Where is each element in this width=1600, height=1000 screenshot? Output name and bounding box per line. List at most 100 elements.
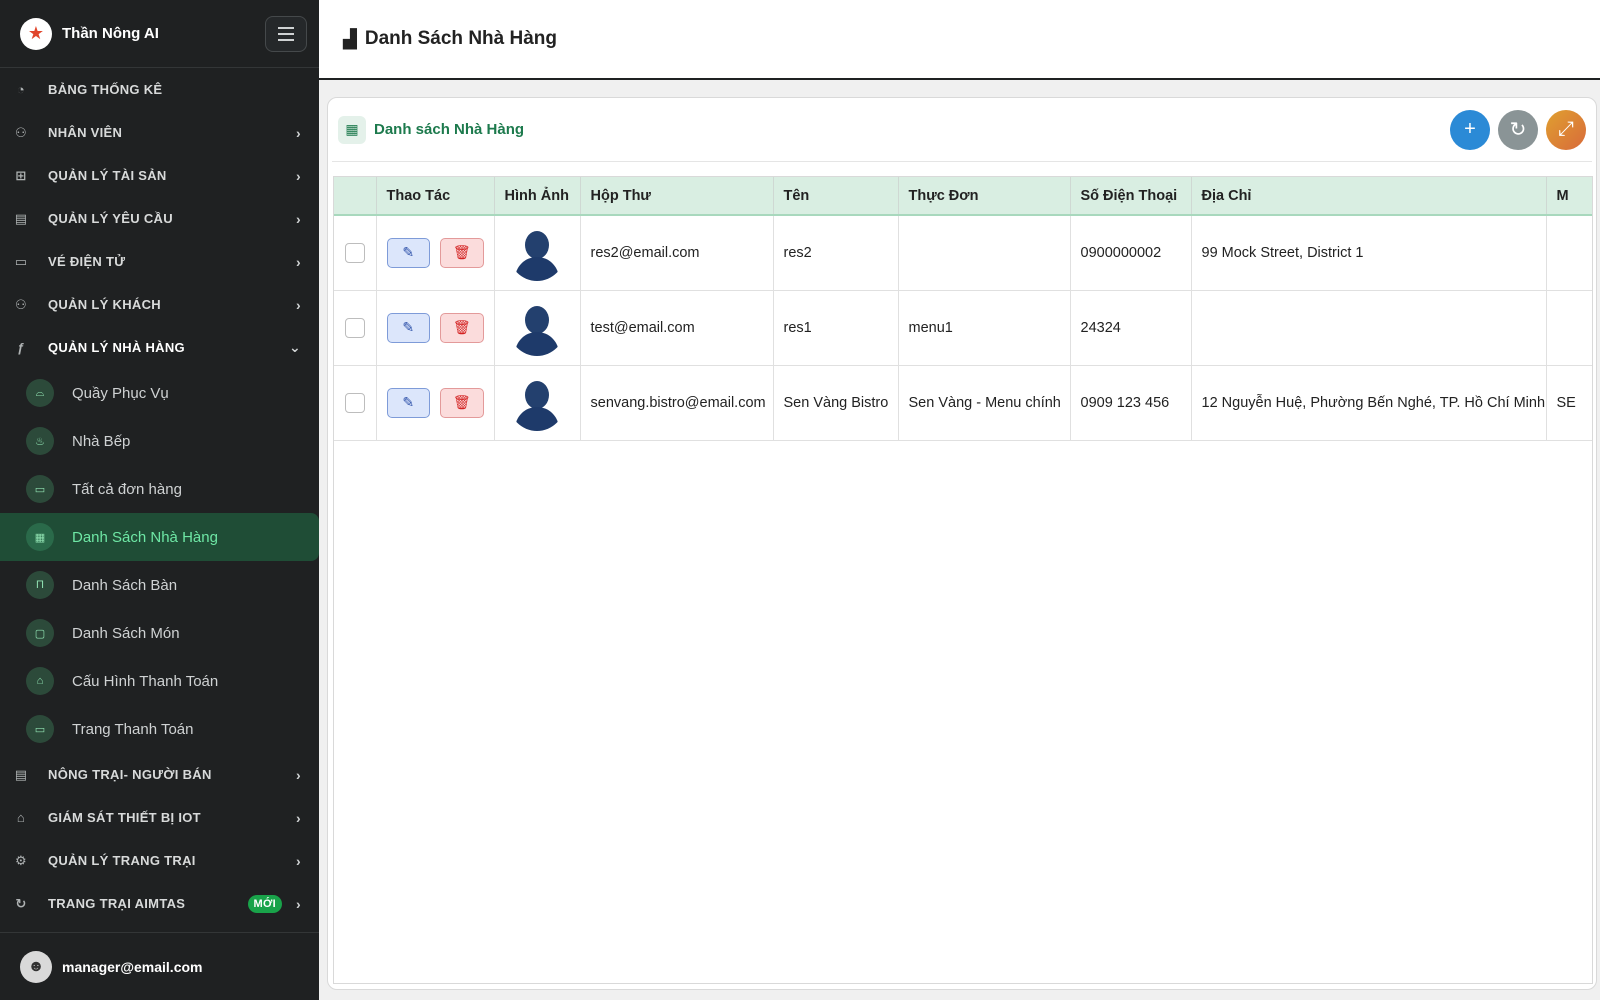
- refresh-button[interactable]: ↻: [1498, 109, 1538, 150]
- sidebar-item-tickets[interactable]: ▭ VÉ ĐIỆN TỬ ›: [0, 240, 319, 283]
- add-button[interactable]: +: [1450, 109, 1490, 150]
- card-header: ▦ Danh sách Nhà Hàng + ↻ ⤢: [332, 98, 1592, 162]
- column-header[interactable]: Thực Đơn: [898, 177, 1071, 216]
- new-badge: MỚI: [247, 894, 283, 913]
- row-checkbox[interactable]: [344, 317, 365, 338]
- sidebar-nav: ◔ BẢNG THỐNG KÊ ⚇ NHÂN VIÊN › ⊞ QUẢN LÝ …: [0, 68, 319, 925]
- sidebar-subitem-label: Cấu Hình Thanh Toán: [72, 672, 219, 690]
- sidebar-item-guests[interactable]: ⚇ QUẢN LÝ KHÁCH ›: [0, 283, 319, 326]
- chevron-down-icon: ⌄: [288, 339, 301, 355]
- sidebar-subitem-dish-list[interactable]: ▢ Danh Sách Món: [0, 609, 319, 657]
- delete-button[interactable]: 🗑: [440, 237, 484, 268]
- chevron-right-icon: ›: [296, 852, 301, 869]
- edit-icon: ✎: [402, 244, 415, 261]
- sidebar-header: ★ Thần Nông AI: [0, 0, 319, 68]
- aimtas-icon: ↻: [15, 895, 27, 911]
- sidebar-subitem-payment-page[interactable]: ▭ Trang Thanh Toán: [0, 705, 319, 753]
- expand-button[interactable]: ⤢: [1546, 109, 1586, 150]
- column-header[interactable]: Hộp Thư: [580, 177, 774, 216]
- name-cell: res2: [773, 215, 899, 291]
- sidebar-item-restaurant[interactable]: ƒ QUẢN LÝ NHÀ HÀNG ⌄: [0, 326, 319, 369]
- name-cell: res1: [773, 290, 899, 366]
- table-row: ✎ 🗑 res2@email.com res2 0900000002 99 Mo…: [334, 215, 1592, 291]
- sidebar-subitem-label: Nhà Bếp: [72, 432, 131, 450]
- sidebar-item-assets[interactable]: ⊞ QUẢN LÝ TÀI SẢN ›: [0, 154, 319, 197]
- avatar: ☻: [20, 950, 52, 983]
- sidebar-item-label: BẢNG THỐNG KÊ: [48, 82, 163, 97]
- chevron-right-icon: ›: [296, 809, 301, 826]
- column-header[interactable]: M: [1546, 177, 1592, 216]
- edit-icon: ✎: [402, 319, 415, 335]
- menu-cell: Sen Vàng - Menu chính: [898, 365, 1071, 441]
- brand-name: Thần Nông AI: [62, 25, 159, 42]
- restaurant-list-card: ▦ Danh sách Nhà Hàng + ↻ ⤢ Thao Tác Hình…: [327, 97, 1597, 990]
- column-header[interactable]: Tên: [773, 177, 899, 216]
- column-header[interactable]: Thao Tác: [376, 177, 495, 216]
- edit-button[interactable]: ✎: [386, 312, 430, 343]
- refresh-icon: ↻: [1509, 119, 1527, 141]
- sidebar-subitem-label: Danh Sách Nhà Hàng: [72, 528, 218, 546]
- chevron-right-icon: ›: [296, 167, 301, 184]
- row-checkbox[interactable]: [344, 242, 365, 263]
- restaurant-table-container[interactable]: Thao Tác Hình Ảnh Hộp Thư Tên Thực Đơn S…: [333, 176, 1593, 984]
- sidebar-item-label: TRANG TRẠI AIMTAS: [48, 896, 186, 911]
- sidebar-item-label: NÔNG TRẠI- NGƯỜI BÁN: [48, 767, 212, 782]
- sidebar-user[interactable]: ☻ manager@email.com: [0, 932, 319, 1000]
- guests-icon: ⚇: [15, 296, 27, 312]
- sidebar-item-dashboard[interactable]: ◔ BẢNG THỐNG KÊ: [0, 68, 319, 111]
- sidebar-item-requests[interactable]: ▤ QUẢN LÝ YÊU CẦU ›: [0, 197, 319, 240]
- sidebar-item-label: NHÂN VIÊN: [48, 125, 123, 140]
- sidebar-subitem-orders[interactable]: ▭ Tất cả đơn hàng: [0, 465, 319, 513]
- plus-icon: +: [1464, 118, 1476, 140]
- sidebar-subitem-restaurant-list[interactable]: ▦ Danh Sách Nhà Hàng: [0, 513, 319, 561]
- sidebar-subitem-label: Quầy Phục Vụ: [72, 384, 169, 402]
- bar-chart-icon: ▟: [343, 28, 357, 49]
- delete-button[interactable]: 🗑: [440, 312, 484, 343]
- assets-icon: ⊞: [15, 167, 27, 183]
- address-cell: 99 Mock Street, District 1: [1191, 215, 1547, 291]
- phone-cell: 0909 123 456: [1070, 365, 1192, 441]
- chevron-right-icon: ›: [296, 124, 301, 141]
- chevron-right-icon: ›: [296, 210, 301, 227]
- sidebar-item-employees[interactable]: ⚇ NHÂN VIÊN ›: [0, 111, 319, 154]
- dish-icon: ▢: [26, 619, 54, 647]
- payment-page-icon: ▭: [26, 715, 54, 743]
- column-header[interactable]: Địa Chỉ: [1191, 177, 1547, 216]
- main-content: ▟ Danh Sách Nhà Hàng ▦ Danh sách Nhà Hàn…: [319, 0, 1600, 1000]
- extra-cell: [1546, 290, 1592, 366]
- column-header[interactable]: Hình Ảnh: [494, 177, 581, 216]
- sidebar: ★ Thần Nông AI ◔ BẢNG THỐNG KÊ ⚇ NHÂN VI…: [0, 0, 319, 1000]
- select-all-header[interactable]: [334, 177, 377, 216]
- delete-button[interactable]: 🗑: [440, 387, 484, 418]
- phone-cell: 0900000002: [1070, 215, 1192, 291]
- dashboard-icon: ◔: [16, 82, 26, 97]
- chevron-right-icon: ›: [296, 253, 301, 270]
- edit-icon: ✎: [402, 394, 415, 410]
- sidebar-item-label: GIÁM SÁT THIẾT BỊ IOT: [48, 810, 201, 825]
- edit-button[interactable]: ✎: [386, 237, 430, 268]
- sidebar-subitem-table-list[interactable]: Π Danh Sách Bàn: [0, 561, 319, 609]
- sidebar-item-label: QUẢN LÝ YÊU CẦU: [48, 211, 173, 226]
- table-icon: Π: [26, 571, 54, 599]
- edit-button[interactable]: ✎: [386, 387, 430, 418]
- sidebar-item-farm-seller[interactable]: ▤ NÔNG TRẠI- NGƯỜI BÁN ›: [0, 753, 319, 796]
- sidebar-item-farm[interactable]: ⚙ QUẢN LÝ TRANG TRẠI ›: [0, 839, 319, 882]
- sidebar-subitem-counter[interactable]: ⌓ Quầy Phục Vụ: [0, 369, 319, 417]
- row-checkbox[interactable]: [344, 392, 365, 413]
- sidebar-subitem-kitchen[interactable]: ♨ Nhà Bếp: [0, 417, 319, 465]
- chevron-right-icon: ›: [296, 895, 301, 912]
- menu-toggle-button[interactable]: [265, 15, 307, 52]
- column-header[interactable]: Số Điện Thoại: [1070, 177, 1192, 216]
- table-row: ✎ 🗑 test@email.com res1 menu1 24324: [334, 290, 1592, 366]
- sidebar-item-iot[interactable]: ⌂ GIÁM SÁT THIẾT BỊ IOT ›: [0, 796, 319, 839]
- sidebar-item-aimtas[interactable]: ↻ TRANG TRẠI AIMTAS MỚI ›: [0, 882, 319, 925]
- restaurant-table: Thao Tác Hình Ảnh Hộp Thư Tên Thực Đơn S…: [334, 177, 1592, 441]
- menu-cell: [898, 215, 1071, 291]
- farm-icon: ⚙: [15, 852, 27, 868]
- avatar: [509, 374, 565, 431]
- sidebar-item-label: QUẢN LÝ TRANG TRẠI: [48, 853, 196, 868]
- email-cell: test@email.com: [580, 290, 774, 366]
- sidebar-subitem-label: Tất cả đơn hàng: [72, 480, 182, 498]
- sidebar-subitem-payment-config[interactable]: ⌂ Cấu Hình Thanh Toán: [0, 657, 319, 705]
- topbar: ▟ Danh Sách Nhà Hàng: [319, 0, 1600, 80]
